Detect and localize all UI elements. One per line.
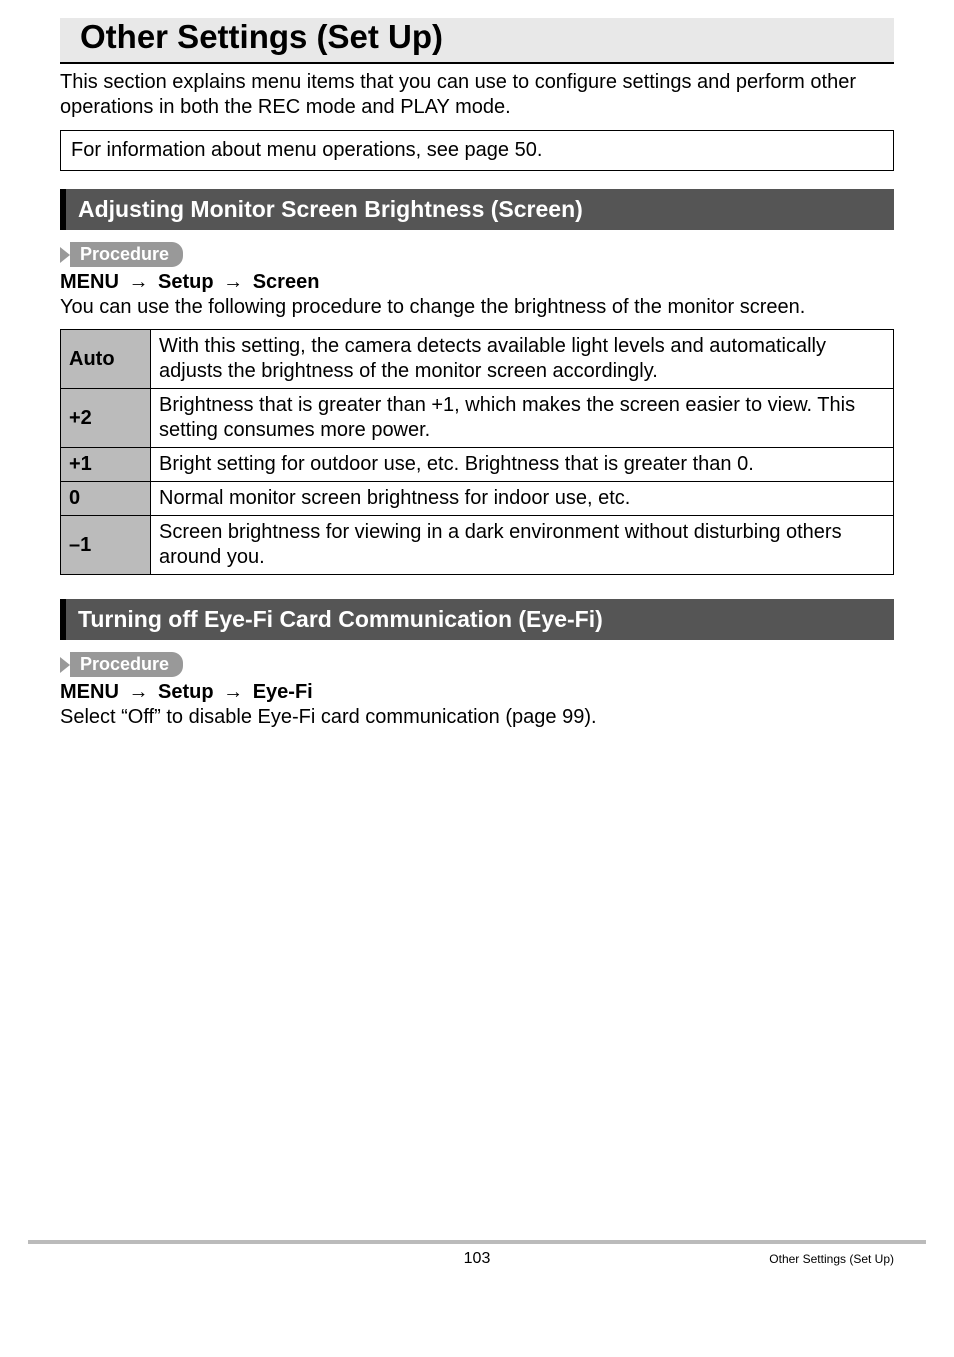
menu-path-part: Setup — [158, 271, 214, 293]
section2-description: Select “Off” to disable Eye-Fi card comm… — [60, 706, 894, 729]
row-text: Brightness that is greater than +1, whic… — [151, 389, 894, 448]
row-label: +1 — [61, 448, 151, 482]
procedure-label: Procedure — [70, 242, 183, 267]
menu-path-eyefi: MENU → Setup → Eye-Fi — [60, 681, 894, 704]
intro-text: This section explains menu items that yo… — [60, 70, 894, 120]
row-text: Bright setting for outdoor use, etc. Bri… — [151, 448, 894, 482]
procedure-label: Procedure — [70, 652, 183, 677]
arrow-right-icon: → — [128, 271, 148, 294]
row-label: 0 — [61, 482, 151, 516]
table-row: –1 Screen brightness for viewing in a da… — [61, 516, 894, 575]
footer-chapter: Other Settings (Set Up) — [714, 1252, 894, 1266]
table-row: +1 Bright setting for outdoor use, etc. … — [61, 448, 894, 482]
table-row: 0 Normal monitor screen brightness for i… — [61, 482, 894, 516]
menu-path-part: MENU — [60, 271, 119, 293]
page-footer: 103 Other Settings (Set Up) — [0, 1240, 954, 1290]
arrow-right-icon: → — [128, 681, 148, 704]
arrow-right-icon: → — [223, 271, 243, 294]
page: Other Settings (Set Up) This section exp… — [0, 0, 954, 1290]
page-title: Other Settings (Set Up) — [60, 18, 894, 56]
procedure-indicator: Procedure — [60, 652, 894, 677]
menu-path-part: Eye-Fi — [253, 681, 313, 703]
table-row: Auto With this setting, the camera detec… — [61, 330, 894, 389]
section1-description: You can use the following procedure to c… — [60, 296, 894, 319]
title-underline-box: Other Settings (Set Up) — [60, 18, 894, 64]
arrow-right-icon: → — [223, 681, 243, 704]
row-label: Auto — [61, 330, 151, 389]
footer-content: 103 Other Settings (Set Up) — [0, 1250, 954, 1290]
procedure-indicator: Procedure — [60, 242, 894, 267]
chevron-right-icon — [60, 247, 70, 263]
table-row: +2 Brightness that is greater than +1, w… — [61, 389, 894, 448]
footer-divider — [28, 1240, 926, 1244]
row-text: Normal monitor screen brightness for ind… — [151, 482, 894, 516]
chevron-right-icon — [60, 657, 70, 673]
row-text: Screen brightness for viewing in a dark … — [151, 516, 894, 575]
section-heading-screen: Adjusting Monitor Screen Brightness (Scr… — [60, 189, 894, 230]
menu-path-part: Screen — [253, 271, 320, 293]
row-text: With this setting, the camera detects av… — [151, 330, 894, 389]
section-heading-eyefi: Turning off Eye-Fi Card Communication (E… — [60, 599, 894, 640]
info-box: For information about menu operations, s… — [60, 130, 894, 171]
row-label: +2 — [61, 389, 151, 448]
menu-path-part: MENU — [60, 681, 119, 703]
menu-path-part: Setup — [158, 681, 214, 703]
page-number: 103 — [240, 1250, 714, 1268]
menu-path-screen: MENU → Setup → Screen — [60, 271, 894, 294]
row-label: –1 — [61, 516, 151, 575]
brightness-table: Auto With this setting, the camera detec… — [60, 329, 894, 575]
